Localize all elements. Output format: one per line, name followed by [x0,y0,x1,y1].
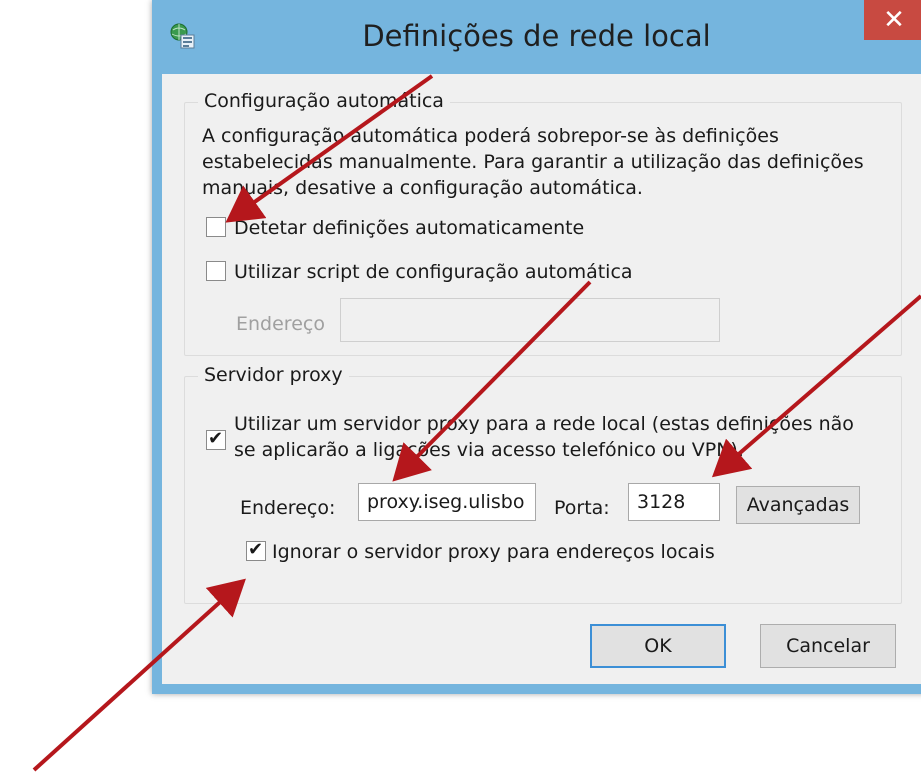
lan-settings-dialog: Definições de rede local ✕ Configuração … [152,0,921,694]
auto-config-group-label: Configuração automática [198,90,450,112]
cancel-button-label: Cancelar [786,635,870,657]
checkmark-icon: ✔ [208,428,224,449]
ok-button-label: OK [644,635,672,657]
proxy-group-label: Servidor proxy [198,364,349,386]
use-proxy-label-line-1[interactable]: Utilizar um servidor proxy para a rede l… [234,412,854,436]
advanced-button[interactable]: Avançadas [736,486,860,524]
use-script-checkbox[interactable] [206,261,226,281]
auto-config-description-line-1: A configuração automática poderá sobrepo… [202,125,779,147]
script-address-input[interactable] [340,298,720,342]
auto-config-description-line-3: manuais, desative a configuração automát… [202,177,643,199]
proxy-address-label: Endereço: [240,497,336,519]
proxy-port-input[interactable] [628,483,720,521]
proxy-port-label: Porta: [554,497,610,519]
title-bar[interactable]: Definições de rede local ✕ [152,0,921,74]
ok-button[interactable]: OK [590,624,726,668]
cancel-button[interactable]: Cancelar [760,624,896,668]
use-proxy-label-line-2[interactable]: se aplicarão a ligações via acesso telef… [234,438,744,462]
detect-settings-label[interactable]: Detetar definições automaticamente [234,216,584,240]
checkmark-icon: ✔ [248,539,264,560]
close-icon: ✕ [883,5,905,35]
auto-config-description-line-2: estabelecidas manualmente. Para garantir… [202,151,864,173]
script-address-label: Endereço [236,313,325,335]
dialog-title: Definições de rede local [362,19,711,53]
bypass-local-label[interactable]: Ignorar o servidor proxy para endereços … [272,540,715,564]
bypass-local-checkbox[interactable]: ✔ [246,539,266,561]
proxy-address-input[interactable] [358,483,536,521]
use-script-label[interactable]: Utilizar script de configuração automáti… [234,260,633,284]
dialog-client-area: Configuração automática A configuração a… [162,74,921,684]
close-button[interactable]: ✕ [864,0,921,40]
advanced-button-label: Avançadas [746,494,850,516]
detect-settings-checkbox[interactable] [206,217,226,237]
screenshot-stage: Definições de rede local ✕ Configuração … [0,0,921,775]
use-proxy-checkbox[interactable]: ✔ [206,428,226,450]
